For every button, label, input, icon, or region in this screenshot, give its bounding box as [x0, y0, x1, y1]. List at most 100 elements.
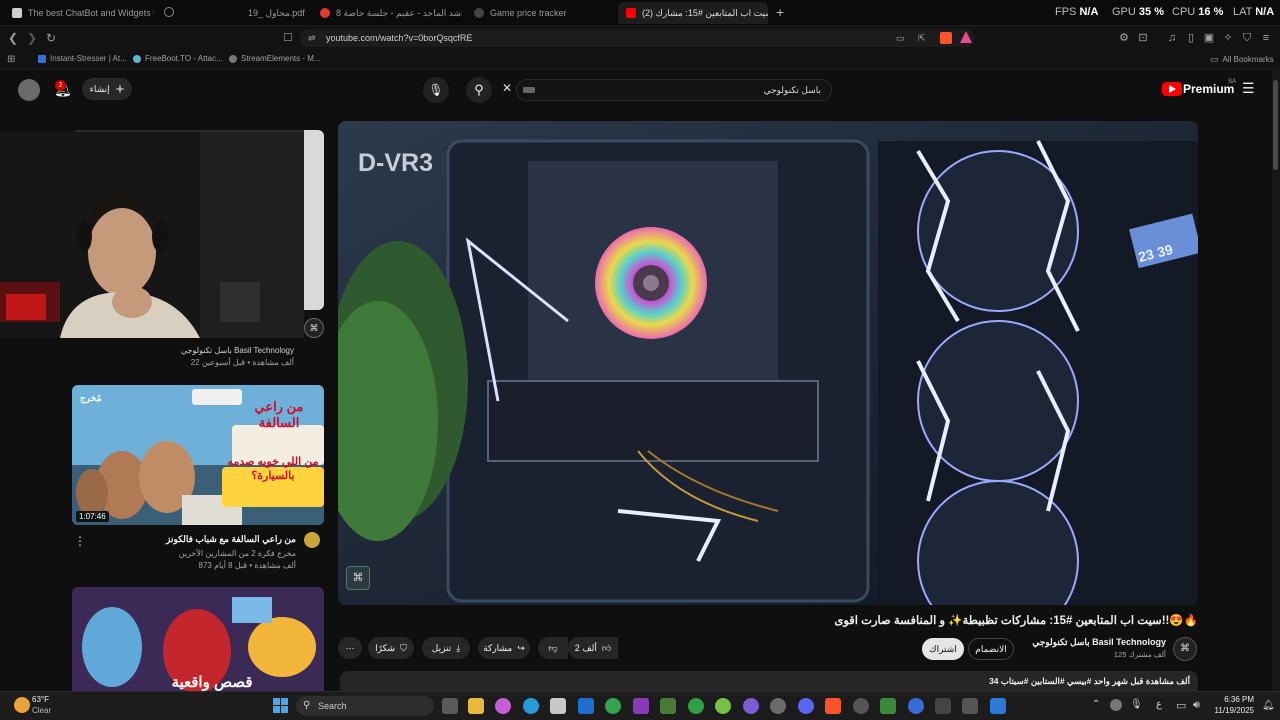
app-icon[interactable]: [660, 698, 676, 714]
site-settings-icon[interactable]: ⇌: [308, 29, 316, 47]
rewards-icon[interactable]: [960, 31, 972, 43]
extension-icon[interactable]: ⚙: [1117, 31, 1131, 45]
cast-icon[interactable]: ▭: [896, 29, 905, 47]
browser-tab-active[interactable]: (2) سيت اب المتابعين #15: مشارك ✕: [618, 2, 768, 24]
browser-tab[interactable]: Game price tracker: [466, 2, 616, 24]
tab-title: راشد الماجد - عقيم - جلسة خاصة 8: [336, 7, 462, 18]
media-icon[interactable]: ♫: [1165, 31, 1179, 45]
search-input[interactable]: باسل تكنولوجي: [516, 79, 832, 101]
bookmark-item[interactable]: FreeBoot.TO - Attac...: [133, 54, 223, 63]
store-icon[interactable]: [550, 698, 566, 714]
back-icon[interactable]: ❮: [5, 30, 21, 46]
settings-icon[interactable]: [853, 698, 869, 714]
share-button[interactable]: مشاركة ↪: [478, 637, 530, 659]
dislike-button[interactable]: 👎︎: [538, 637, 568, 659]
recommendation-thumbnail[interactable]: قصص واقعية: [72, 587, 324, 691]
browser-tab[interactable]: راشد الماجد - عقيم - جلسة خاصة 8: [312, 2, 462, 24]
youtube-logo-icon[interactable]: [1162, 82, 1182, 96]
puzzle-icon[interactable]: ✧: [1221, 31, 1235, 45]
fps-value: N/A: [1079, 6, 1099, 18]
share-page-icon[interactable]: ⇱: [918, 29, 926, 47]
bookmark-icon[interactable]: ☐: [280, 30, 296, 46]
youtube-logo-text[interactable]: Premium: [1183, 82, 1234, 96]
screenshot-icon[interactable]: ⊡: [1136, 31, 1150, 45]
discord-icon[interactable]: [798, 698, 814, 714]
clock-time[interactable]: 6:36 PM: [1214, 695, 1254, 704]
browser-tab[interactable]: The best ChatBot and Widgets for K: [4, 2, 154, 24]
app-icon[interactable]: [605, 698, 621, 714]
all-bookmarks[interactable]: ▭ All Bookmarks: [1210, 54, 1274, 65]
app-icon[interactable]: [715, 698, 731, 714]
channel-avatar[interactable]: [304, 532, 320, 548]
outlook-icon[interactable]: [578, 698, 594, 714]
more-actions-button[interactable]: ⋯: [338, 637, 362, 659]
new-tab-icon[interactable]: +: [776, 4, 784, 20]
task-view-icon[interactable]: [442, 698, 458, 714]
app-icon[interactable]: [743, 698, 759, 714]
sidebar-icon[interactable]: ▯: [1184, 31, 1198, 45]
recommendation-thumbnail[interactable]: من راعي السالفة من اللي خويه صدمه بالسيا…: [72, 385, 324, 525]
keyboard-icon[interactable]: [523, 87, 535, 93]
edge-icon[interactable]: [523, 698, 539, 714]
app-icon[interactable]: [990, 698, 1006, 714]
taskbar-search[interactable]: ⚲ Search: [296, 696, 434, 716]
channel-watermark-icon[interactable]: ⌘: [346, 566, 370, 590]
weather-icon[interactable]: [14, 697, 30, 713]
brave-icon[interactable]: [825, 698, 841, 714]
avatar[interactable]: [18, 79, 40, 101]
bookmark-item[interactable]: StreamElements - M...: [229, 54, 321, 63]
create-label: إنشاء: [89, 83, 110, 94]
subscribe-button[interactable]: اشتراك: [922, 638, 964, 660]
channel-name[interactable]: باسل تكنولوجي Basil Technology: [1020, 637, 1166, 648]
vpn-icon[interactable]: ⛉: [1240, 31, 1254, 45]
app-icon[interactable]: [633, 698, 649, 714]
tab-group-icon[interactable]: [164, 7, 174, 17]
brave-shield-icon[interactable]: [940, 32, 952, 44]
app-icon[interactable]: [908, 698, 924, 714]
rec-title[interactable]: من راعي السالفة مع شباب فالكونز: [88, 534, 296, 545]
rec-channel[interactable]: باسل تكنولوجي Basil Technology: [80, 346, 294, 355]
file-explorer-icon[interactable]: [468, 698, 484, 714]
clock-date[interactable]: 11/19/2025: [1210, 706, 1254, 715]
apps-grid-icon[interactable]: ⊞: [7, 54, 15, 65]
thanks-button[interactable]: شكرًا ⛉: [368, 637, 414, 659]
create-button[interactable]: إنشاء +: [82, 78, 132, 100]
menu-icon[interactable]: ≡: [1259, 31, 1273, 45]
app-icon[interactable]: [962, 698, 978, 714]
voice-search-icon[interactable]: 🎙︎: [423, 77, 449, 103]
app-icon[interactable]: [880, 698, 896, 714]
app-icon[interactable]: [935, 698, 951, 714]
browser-tab[interactable]: 19_ محاول.pdf: [240, 2, 310, 24]
weather-temp[interactable]: 63°F: [32, 695, 49, 704]
microphone-icon[interactable]: 🎙︎: [1130, 699, 1143, 710]
description-box[interactable]: 34 ألف مشاهدة قبل شهر واحد #بيسي #الستاب…: [340, 671, 1198, 691]
wallet-icon[interactable]: ▣: [1202, 31, 1216, 45]
channel-avatar[interactable]: ⌘: [1173, 637, 1197, 661]
forward-icon[interactable]: ❯: [24, 30, 40, 46]
tray-app-icon[interactable]: [1110, 699, 1122, 711]
app-icon[interactable]: [688, 698, 704, 714]
rec-channel[interactable]: مخرج فكرة 2 من المشارين الآخرين: [88, 549, 296, 558]
scrollbar-thumb[interactable]: [1273, 80, 1278, 170]
language-icon[interactable]: ع: [1156, 699, 1162, 710]
download-button[interactable]: تنزيل ⤓: [422, 637, 470, 659]
video-player[interactable]: D-VR3 23 39 ⌘: [338, 121, 1198, 605]
network-icon[interactable]: ▭: [1176, 699, 1186, 712]
more-options-icon[interactable]: ⋮: [74, 534, 86, 548]
app-icon[interactable]: [770, 698, 786, 714]
copilot-icon[interactable]: [495, 698, 511, 714]
bookmark-favicon-icon: [229, 54, 237, 63]
url-bar[interactable]: ⇌ youtube.com/watch?v=0borQsqcfRE ▭ ⇱: [300, 29, 975, 47]
guide-menu-icon[interactable]: ☰: [1242, 80, 1255, 97]
clear-search-icon[interactable]: ✕: [502, 81, 512, 95]
channel-logo-icon[interactable]: ⌘: [304, 318, 324, 338]
search-icon[interactable]: ⚲: [466, 77, 492, 103]
reload-icon[interactable]: ↻: [43, 30, 59, 46]
notifications-icon[interactable]: 🔔︎: [1262, 700, 1275, 711]
join-button[interactable]: الانضمام: [968, 638, 1014, 660]
like-button[interactable]: 2 ألف 👍︎: [568, 637, 618, 659]
volume-icon[interactable]: 🔊︎: [1193, 699, 1200, 712]
tray-chevron-icon[interactable]: ⌃: [1092, 699, 1100, 710]
bookmark-item[interactable]: Instant-Stresser | At...: [38, 54, 127, 63]
windows-start-icon[interactable]: [273, 698, 288, 713]
